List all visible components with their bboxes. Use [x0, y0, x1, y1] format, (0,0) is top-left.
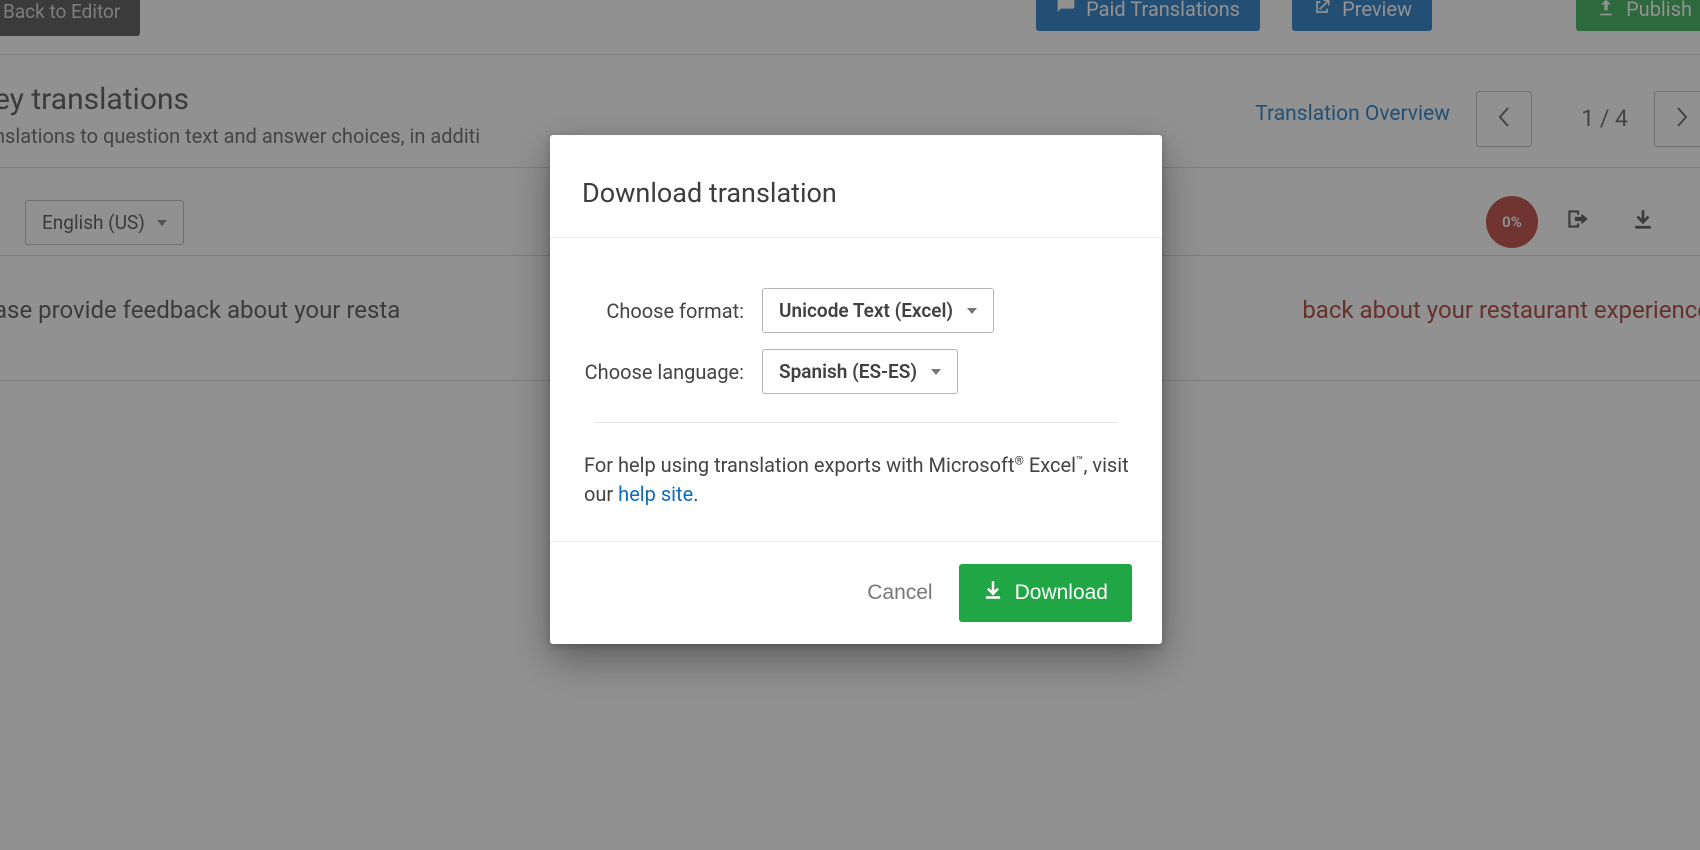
format-dropdown[interactable]: Unicode Text (Excel)	[762, 288, 994, 333]
help-text-prefix: For help using translation exports with …	[584, 453, 1015, 477]
modal-footer: Cancel Download	[550, 541, 1162, 644]
help-text-period: .	[693, 482, 698, 506]
format-value: Unicode Text (Excel)	[779, 299, 953, 322]
chevron-down-icon	[967, 308, 977, 314]
format-label: Choose format:	[582, 299, 762, 323]
language-dropdown[interactable]: Spanish (ES-ES)	[762, 349, 958, 394]
language-row: Choose language: Spanish (ES-ES)	[582, 349, 1130, 394]
help-text: For help using translation exports with …	[584, 451, 1130, 509]
download-button-label: Download	[1015, 581, 1108, 605]
help-site-link[interactable]: help site	[618, 482, 693, 506]
divider	[594, 422, 1118, 423]
modal-title: Download translation	[582, 177, 1130, 209]
help-text-middle: Excel	[1024, 453, 1076, 477]
download-translation-modal: Download translation Choose format: Unic…	[550, 135, 1162, 644]
modal-body: Choose format: Unicode Text (Excel) Choo…	[550, 238, 1162, 541]
format-row: Choose format: Unicode Text (Excel)	[582, 288, 1130, 333]
language-label: Choose language:	[582, 360, 762, 384]
download-icon	[983, 578, 1003, 608]
registered-mark: ®	[1015, 453, 1024, 467]
language-value: Spanish (ES-ES)	[779, 360, 917, 383]
cancel-button[interactable]: Cancel	[867, 581, 932, 605]
modal-header: Download translation	[550, 135, 1162, 238]
chevron-down-icon	[931, 369, 941, 375]
download-button[interactable]: Download	[959, 564, 1132, 622]
